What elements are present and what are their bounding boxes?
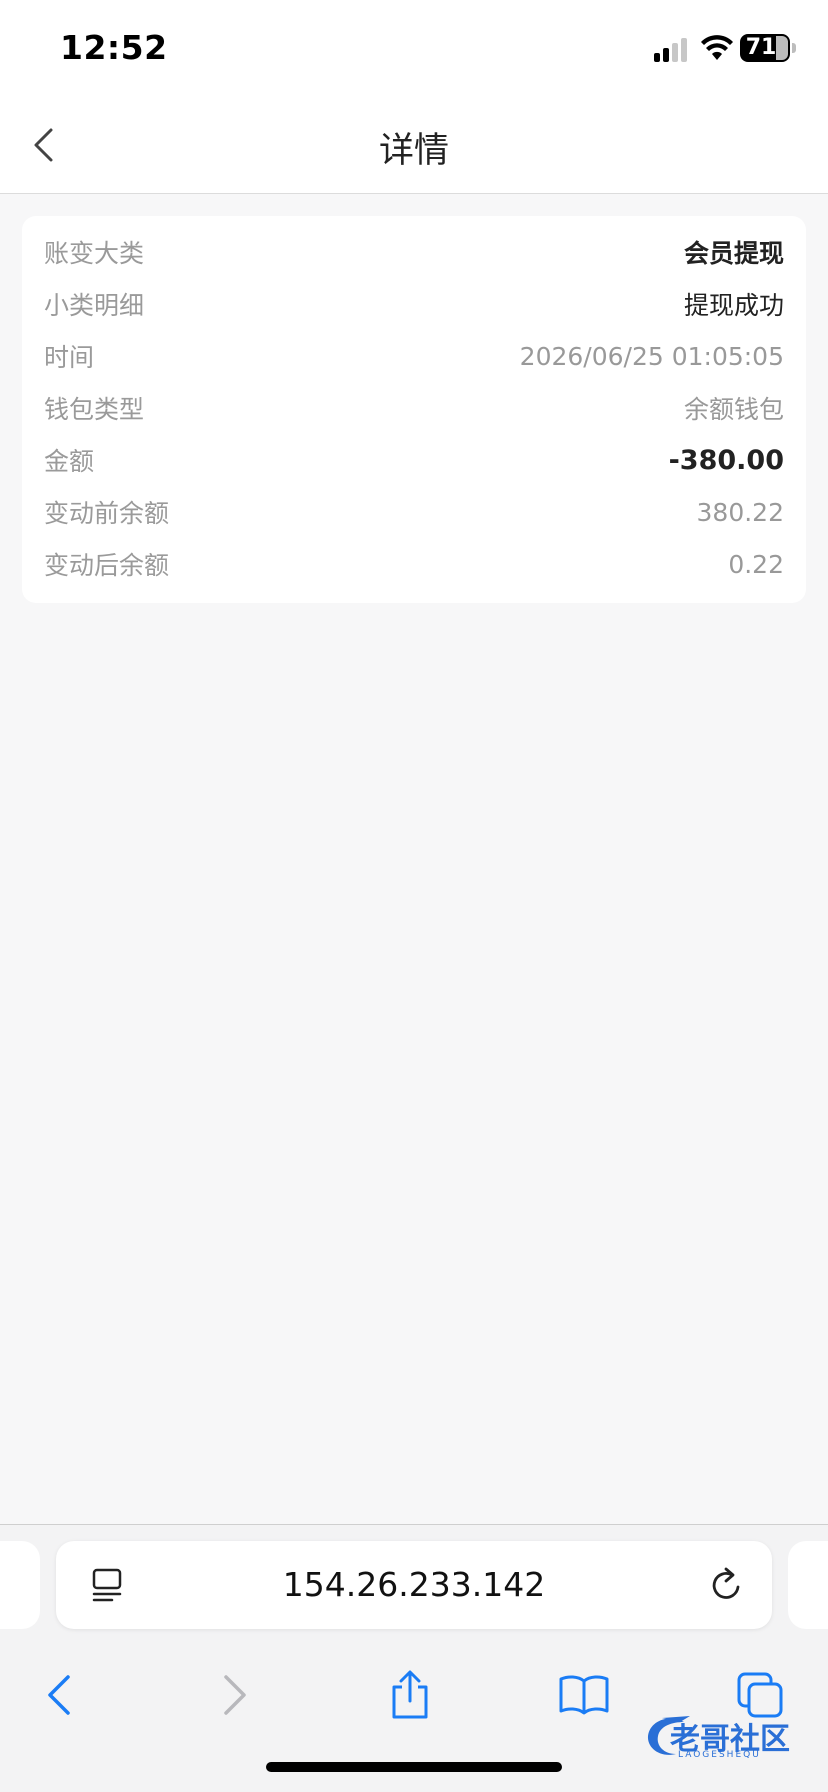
detail-row-wallet-type: 钱包类型 余额钱包 [22, 382, 806, 434]
row-value: 380.22 [696, 497, 784, 527]
detail-row-category: 账变大类 会员提现 [22, 226, 806, 278]
status-time: 12:52 [60, 28, 168, 67]
row-label: 钱包类型 [44, 395, 145, 424]
browser-forward-button[interactable] [206, 1665, 266, 1725]
previous-tab-preview[interactable] [0, 1541, 40, 1629]
row-value: 会员提现 [683, 239, 784, 268]
watermark-subtext: LAOGESHEQU [678, 1750, 761, 1760]
signal-icon [654, 36, 688, 62]
detail-row-time: 时间 2026/06/25 01:05:05 [22, 330, 806, 382]
row-value: 0.22 [728, 549, 784, 579]
page-title: 详情 [378, 131, 449, 171]
nav-bar: 详情 [0, 96, 828, 194]
status-bar: 12:52 71 [0, 0, 828, 96]
row-label: 小类明细 [44, 291, 145, 320]
wifi-icon [701, 35, 733, 60]
book-icon [559, 1675, 609, 1715]
row-label: 变动前余额 [44, 499, 170, 528]
home-indicator[interactable] [266, 1762, 562, 1772]
battery-icon: 71 [740, 34, 796, 62]
row-value: 提现成功 [683, 291, 784, 320]
row-value: 余额钱包 [683, 395, 784, 424]
share-icon [392, 1670, 428, 1719]
address-bar[interactable]: 154.26.233.142 [56, 1541, 772, 1629]
row-value: -380.00 [668, 444, 784, 476]
detail-row-amount: 金额 -380.00 [22, 434, 806, 486]
detail-row-balance-before: 变动前余额 380.22 [22, 486, 806, 538]
chevron-right-icon [224, 1675, 246, 1715]
reload-icon[interactable] [708, 1565, 746, 1605]
browser-back-button[interactable] [28, 1665, 88, 1725]
share-button[interactable] [380, 1665, 440, 1725]
row-label: 账变大类 [44, 239, 145, 268]
row-label: 变动后余额 [44, 551, 170, 580]
watermark-logo: 老哥社区 LAOGESHEQU [640, 1712, 820, 1762]
address-text[interactable]: 154.26.233.142 [56, 1565, 772, 1604]
row-value: 2026/06/25 01:05:05 [519, 341, 784, 371]
bookmarks-button[interactable] [554, 1665, 614, 1725]
next-tab-preview[interactable] [788, 1541, 828, 1629]
detail-row-balance-after: 变动后余额 0.22 [22, 538, 806, 590]
detail-card: 账变大类 会员提现 小类明细 提现成功 时间 2026/06/25 01:05:… [22, 216, 806, 603]
row-label: 时间 [44, 343, 95, 372]
chevron-left-icon [48, 1675, 70, 1715]
detail-row-subcategory: 小类明细 提现成功 [22, 278, 806, 330]
row-label: 金额 [44, 447, 95, 476]
battery-level: 71 [745, 35, 777, 60]
